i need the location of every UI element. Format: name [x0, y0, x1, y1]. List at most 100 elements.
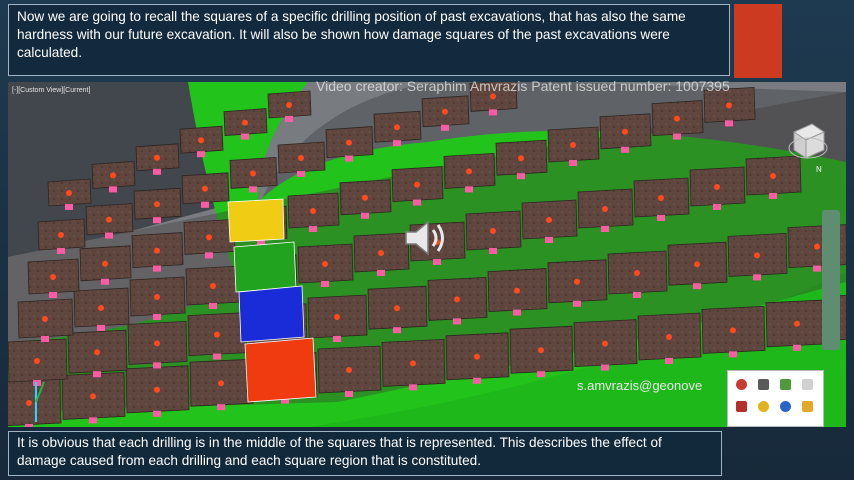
drill-marker [153, 314, 161, 320]
drill-marker [153, 362, 161, 369]
bluetooth-icon[interactable] [780, 401, 791, 412]
drill-point [714, 184, 720, 190]
drill-point [538, 347, 544, 354]
drill-point [730, 327, 736, 334]
drill-point [634, 270, 640, 276]
navigation-bar[interactable] [822, 210, 840, 350]
drill-point [154, 201, 160, 208]
drill-marker [573, 300, 581, 307]
drill-marker [333, 336, 341, 342]
drill-point [206, 234, 212, 241]
drill-marker [393, 327, 401, 334]
viewport-label[interactable]: [-][Custom View][Current] [12, 87, 90, 94]
drill-marker [545, 237, 553, 243]
drill-marker [657, 215, 665, 221]
drill-marker [57, 248, 65, 254]
drill-point [574, 278, 580, 285]
speaker-icon[interactable] [400, 216, 452, 260]
email-watermark: s.amvrazis@geonove [577, 378, 703, 393]
drill-point [154, 386, 160, 393]
system-tray-popup [727, 370, 824, 427]
drill-point [50, 274, 56, 280]
drill-point [794, 320, 800, 327]
drill-marker [413, 199, 421, 206]
drill-point [666, 334, 672, 340]
drill-point [310, 208, 316, 214]
drill-point [98, 305, 104, 311]
drill-marker [673, 133, 681, 140]
highlight-square-blue [238, 285, 305, 343]
drill-point [154, 247, 160, 254]
battery-icon[interactable] [780, 379, 791, 390]
drill-marker [209, 303, 217, 309]
drill-point [34, 358, 40, 364]
chrome-icon[interactable] [758, 401, 769, 412]
drill-marker [201, 201, 209, 208]
drill-point [658, 195, 664, 201]
highlight-square-yellow [227, 198, 285, 243]
drill-point [210, 283, 216, 289]
drill-marker [601, 226, 609, 232]
drill-marker [769, 193, 777, 199]
drill-point [26, 400, 32, 406]
drill-marker [205, 252, 213, 259]
drill-marker [537, 371, 545, 378]
drill-marker [633, 292, 641, 298]
drill-marker [217, 404, 225, 411]
drill-marker [309, 226, 317, 232]
drill-marker [693, 283, 701, 290]
drill-point [346, 367, 352, 373]
folder-icon[interactable] [802, 401, 813, 412]
drill-marker [153, 168, 161, 175]
red-panel-edge [734, 4, 782, 78]
drill-point [250, 170, 256, 177]
drill-marker [665, 358, 673, 364]
drill-point [490, 228, 496, 234]
drill-point [106, 216, 112, 223]
drill-point [754, 252, 760, 259]
drill-point [602, 206, 608, 212]
drill-marker [377, 270, 385, 276]
drill-point [218, 380, 224, 387]
drill-point [298, 155, 304, 161]
drill-marker [753, 274, 761, 281]
drill-marker [93, 371, 101, 378]
video-credit: Video creator: Seraphim Amvrazis Patent … [316, 78, 730, 94]
network-icon[interactable] [736, 379, 747, 390]
drill-point [814, 243, 820, 250]
drill-point [154, 294, 160, 300]
drill-point [490, 93, 496, 100]
drill-point [214, 331, 220, 338]
drill-marker [453, 318, 461, 325]
drill-point [198, 137, 204, 144]
volume-icon[interactable] [802, 379, 813, 390]
drill-point [242, 119, 248, 126]
drill-point [466, 168, 472, 175]
highlight-square-green [233, 241, 297, 293]
drill-marker [345, 391, 353, 397]
drill-marker [713, 204, 721, 210]
view-cube-icon[interactable]: N [786, 120, 828, 180]
drill-point [410, 360, 416, 367]
drill-marker [409, 384, 417, 391]
drill-marker [361, 212, 369, 219]
drill-marker [213, 353, 221, 360]
drill-marker [621, 146, 629, 153]
drill-marker [465, 186, 473, 193]
drill-marker [513, 309, 521, 316]
drill-point [90, 393, 96, 400]
usb-icon[interactable] [736, 401, 747, 412]
drill-point [442, 108, 448, 115]
drill-point [154, 154, 160, 161]
drill-point [518, 155, 524, 162]
monitor-icon[interactable] [758, 379, 769, 390]
drill-point [674, 115, 680, 122]
drill-marker [321, 281, 329, 287]
drill-marker [489, 248, 497, 254]
svg-text:N: N [816, 165, 822, 174]
drill-point [94, 349, 100, 356]
drill-marker [49, 292, 57, 298]
drill-point [602, 340, 608, 347]
drill-marker [441, 124, 449, 131]
video-frame: Now we are going to recall the squares o… [0, 0, 854, 480]
